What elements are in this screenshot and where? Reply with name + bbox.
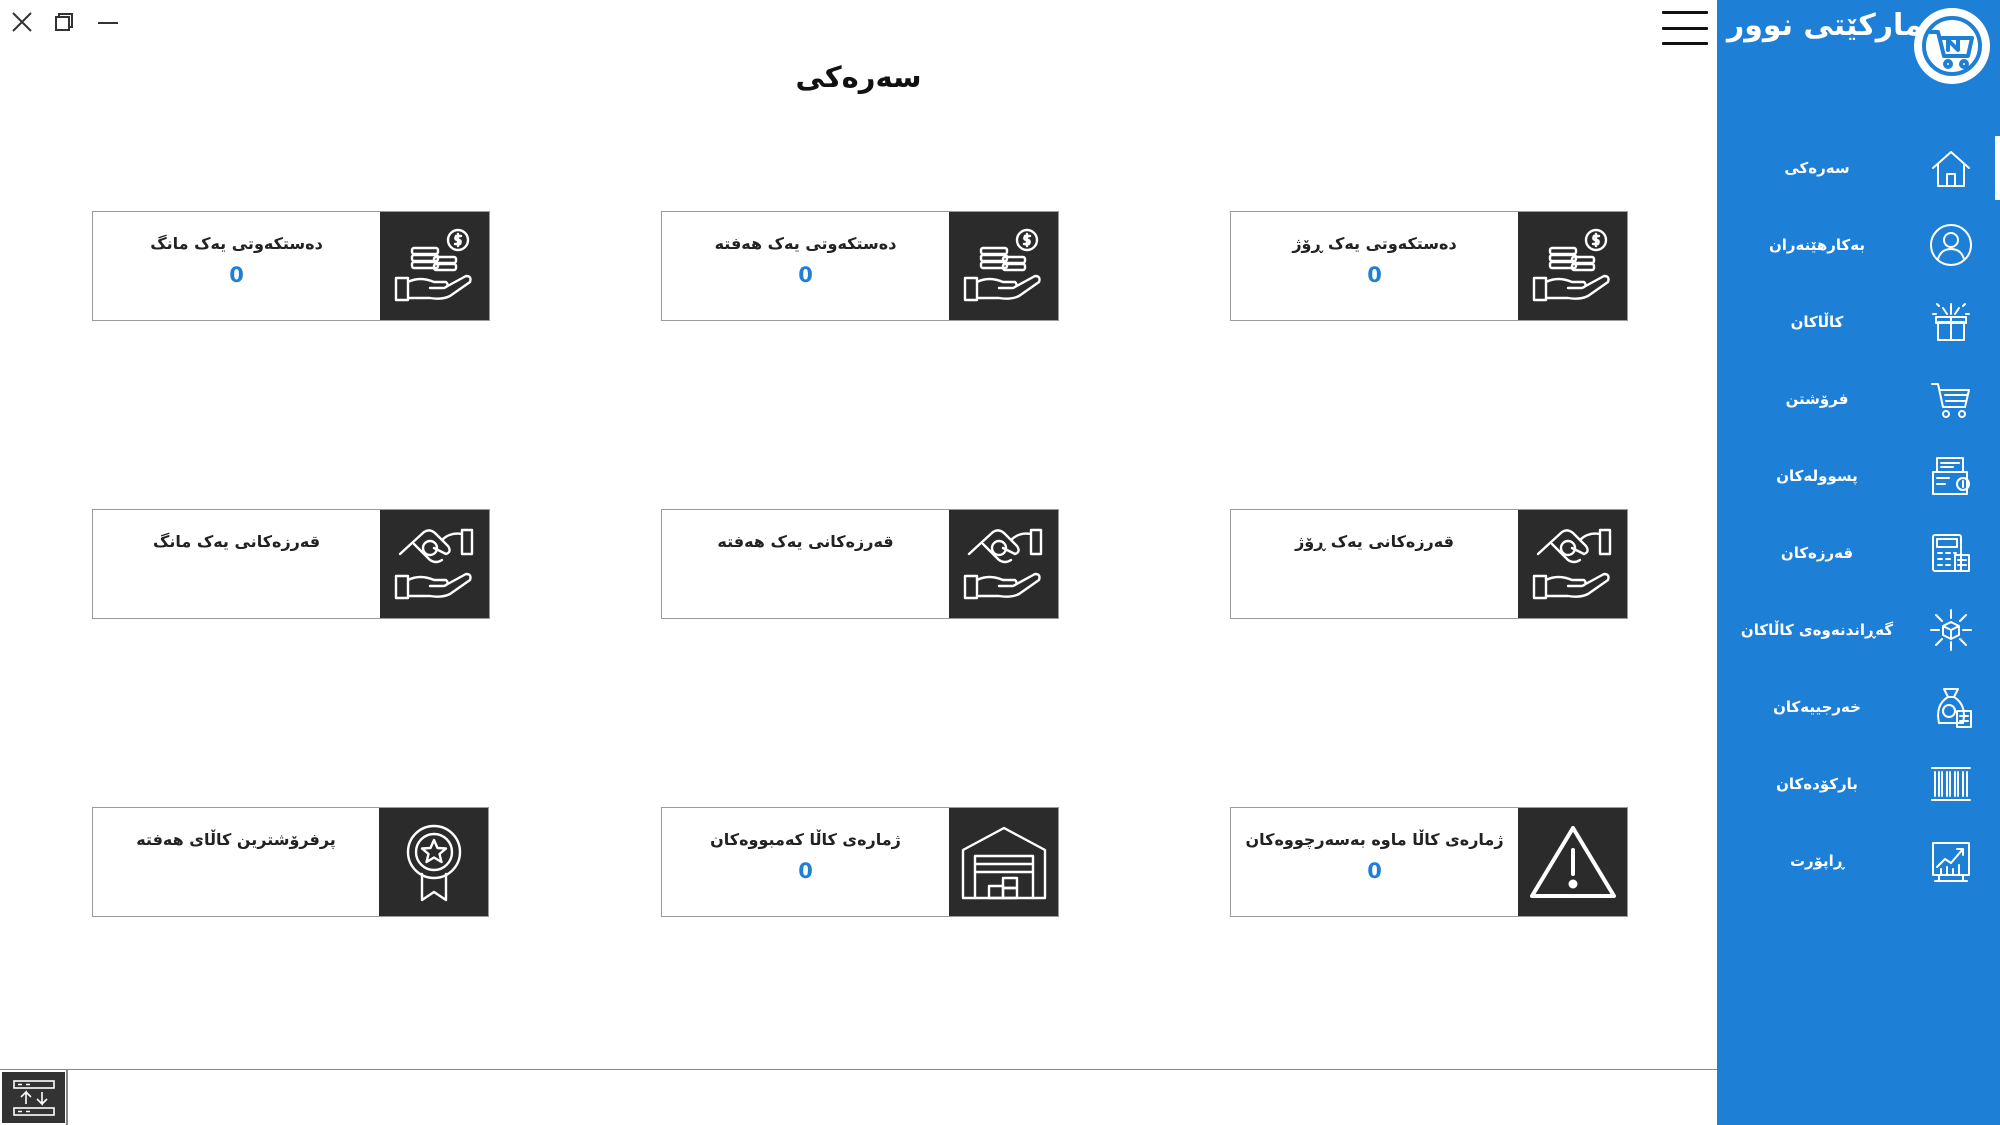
menu-toggle-button[interactable] bbox=[1660, 8, 1710, 48]
divider bbox=[66, 1070, 68, 1125]
card-value: 0 bbox=[798, 859, 813, 883]
card-label: ژمارەی کاڵا کەمبووەکان bbox=[710, 830, 901, 849]
card-debts-week[interactable]: قەرزەکانی یەک هەفتە bbox=[661, 509, 1059, 619]
card-label: دەستکەوتی یەک هەفتە bbox=[714, 234, 897, 253]
card-label: پرفرۆشترین کاڵای هەفتە bbox=[136, 830, 336, 849]
card-earnings-month[interactable]: دەستکەوتی یەک مانگ 0 bbox=[92, 211, 490, 321]
sidebar-item-debts[interactable]: قەرزەکان bbox=[1717, 521, 2000, 585]
money-bag-icon bbox=[1927, 683, 1975, 731]
chart-icon bbox=[1927, 837, 1975, 885]
card-label: قەرزەکانی یەک ڕۆژ bbox=[1295, 532, 1454, 551]
warehouse-icon bbox=[949, 808, 1058, 916]
money-hand-icon bbox=[949, 212, 1058, 320]
close-button[interactable] bbox=[2, 8, 42, 36]
card-debts-day[interactable]: قەرزەکانی یەک ڕۆژ bbox=[1230, 509, 1628, 619]
sidebar: مارکێتی نوور سەرەکی بەکارهێنەران کاڵاکان… bbox=[1717, 0, 2000, 1125]
sidebar-item-label: پسوولەکان bbox=[1776, 467, 1858, 485]
award-badge-icon bbox=[379, 808, 488, 916]
money-hand-icon bbox=[1518, 212, 1627, 320]
sidebar-item-products[interactable]: کاڵاکان bbox=[1717, 290, 2000, 354]
card-label: قەرزەکانی یەک هەفتە bbox=[717, 532, 894, 551]
card-label: ژمارەی کاڵا ماوە بەسەرچووەکان bbox=[1245, 830, 1504, 849]
card-text: قەرزەکانی یەک ڕۆژ bbox=[1231, 510, 1518, 618]
card-text: قەرزەکانی یەک هەفتە bbox=[662, 510, 949, 618]
receipt-icon bbox=[1927, 452, 1975, 500]
minimize-icon bbox=[98, 22, 118, 24]
sidebar-item-label: خەرجییەکان bbox=[1773, 698, 1861, 716]
card-text: ژمارەی کاڵا کەمبووەکان 0 bbox=[662, 808, 949, 916]
card-text: ژمارەی کاڵا ماوە بەسەرچووەکان 0 bbox=[1231, 808, 1518, 916]
restore-icon bbox=[55, 13, 73, 31]
debt-hand-icon bbox=[380, 510, 489, 618]
hamburger-line bbox=[1662, 11, 1708, 14]
card-label: دەستکەوتی یەک ڕۆژ bbox=[1292, 234, 1457, 253]
sidebar-item-label: قەرزەکان bbox=[1780, 544, 1854, 562]
server-sync-icon bbox=[12, 1079, 55, 1116]
status-bar bbox=[0, 1069, 1717, 1125]
brand-name: مارکێتی نوور bbox=[1727, 8, 1923, 43]
sidebar-item-label: کاڵاکان bbox=[1790, 313, 1844, 331]
hamburger-line bbox=[1662, 26, 1708, 30]
user-icon bbox=[1927, 221, 1975, 269]
sidebar-item-barcodes[interactable]: بارکۆدەکان bbox=[1717, 752, 2000, 816]
card-value: 0 bbox=[1367, 263, 1382, 287]
return-box-icon bbox=[1927, 606, 1975, 654]
card-text: دەستکەوتی یەک هەفتە 0 bbox=[662, 212, 949, 320]
brand: مارکێتی نوور bbox=[1717, 0, 2000, 90]
card-text: پرفرۆشترین کاڵای هەفتە bbox=[93, 808, 379, 916]
cart-icon bbox=[1927, 375, 1975, 423]
calculator-icon bbox=[1927, 529, 1975, 577]
restore-button[interactable] bbox=[44, 8, 84, 36]
gift-box-icon bbox=[1927, 298, 1975, 346]
card-text: دەستکەوتی یەک ڕۆژ 0 bbox=[1231, 212, 1518, 320]
sidebar-item-users[interactable]: بەکارهێنەران bbox=[1717, 213, 2000, 277]
card-label: دەستکەوتی یەک مانگ bbox=[150, 234, 323, 253]
barcode-icon bbox=[1927, 760, 1975, 808]
minimize-button[interactable] bbox=[88, 8, 128, 36]
card-low-stock-items[interactable]: ژمارەی کاڵا کەمبووەکان 0 bbox=[661, 807, 1059, 917]
card-earnings-day[interactable]: دەستکەوتی یەک ڕۆژ 0 bbox=[1230, 211, 1628, 321]
sidebar-item-home[interactable]: سەرەکی bbox=[1717, 136, 2000, 200]
sidebar-item-label: فرۆشتن bbox=[1785, 390, 1849, 408]
card-expired-items[interactable]: ژمارەی کاڵا ماوە بەسەرچووەکان 0 bbox=[1230, 807, 1628, 917]
server-sync-button[interactable] bbox=[2, 1072, 65, 1123]
sidebar-item-label: ڕاپۆرت bbox=[1789, 852, 1845, 870]
sidebar-item-label: سەرەکی bbox=[1784, 159, 1850, 177]
warning-icon bbox=[1518, 808, 1627, 916]
cart-logo-icon[interactable] bbox=[1914, 8, 1990, 84]
card-value: 0 bbox=[798, 263, 813, 287]
sidebar-item-label: گەڕاندنەوەی کاڵاکان bbox=[1740, 621, 1894, 639]
sidebar-item-returns[interactable]: گەڕاندنەوەی کاڵاکان bbox=[1717, 598, 2000, 662]
card-earnings-week[interactable]: دەستکەوتی یەک هەفتە 0 bbox=[661, 211, 1059, 321]
card-value: 0 bbox=[1367, 859, 1382, 883]
card-text: دەستکەوتی یەک مانگ 0 bbox=[93, 212, 380, 320]
debt-hand-icon bbox=[1518, 510, 1627, 618]
home-icon bbox=[1927, 144, 1975, 192]
sidebar-item-expenses[interactable]: خەرجییەکان bbox=[1717, 675, 2000, 739]
sidebar-item-label: بەکارهێنەران bbox=[1768, 236, 1866, 254]
close-icon bbox=[12, 12, 32, 32]
sidebar-item-report[interactable]: ڕاپۆرت bbox=[1717, 829, 2000, 893]
card-debts-month[interactable]: قەرزەکانی یەک مانگ bbox=[92, 509, 490, 619]
sidebar-item-receipts[interactable]: پسوولەکان bbox=[1717, 444, 2000, 508]
sidebar-item-label: بارکۆدەکان bbox=[1776, 775, 1858, 793]
sidebar-item-sales[interactable]: فرۆشتن bbox=[1717, 367, 2000, 431]
card-text: قەرزەکانی یەک مانگ bbox=[93, 510, 380, 618]
card-value: 0 bbox=[229, 263, 244, 287]
hamburger-line bbox=[1662, 42, 1708, 45]
card-best-selling-week[interactable]: پرفرۆشترین کاڵای هەفتە bbox=[92, 807, 489, 917]
card-label: قەرزەکانی یەک مانگ bbox=[152, 532, 321, 551]
page-title: سەرەکی bbox=[795, 60, 922, 94]
money-hand-icon bbox=[380, 212, 489, 320]
debt-hand-icon bbox=[949, 510, 1058, 618]
